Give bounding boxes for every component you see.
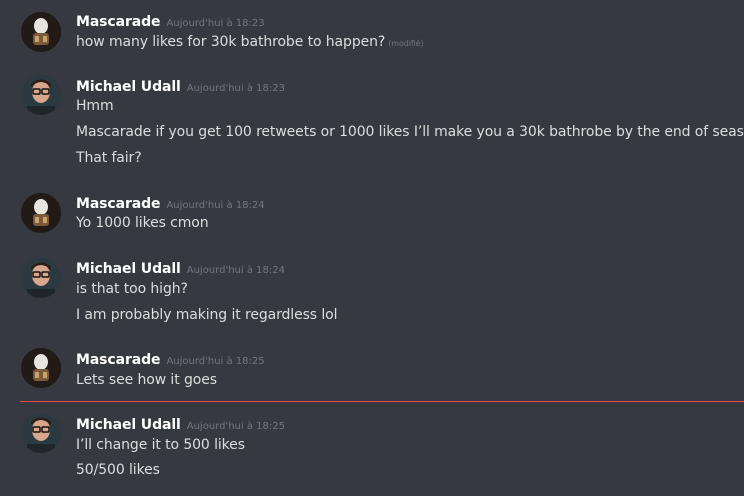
- avatar[interactable]: [21, 258, 61, 298]
- timestamp: Aujourd'hui à 18:25: [166, 356, 265, 367]
- timestamp: Aujourd'hui à 18:23: [186, 83, 285, 94]
- message-header: Mascarade Aujourd'hui à 18:23: [76, 11, 265, 30]
- author-name[interactable]: Michael Udall: [76, 417, 181, 433]
- message-text: is that too high?: [76, 281, 188, 297]
- message-text: That fair?: [76, 150, 142, 166]
- message-text: I’ll change it to 500 likes: [76, 437, 245, 453]
- message-content: how many likes for 30k bathrobe to happe…: [76, 34, 386, 50]
- author-name[interactable]: Michael Udall: [76, 79, 181, 95]
- avatar[interactable]: [21, 413, 61, 453]
- message-header: Michael Udall Aujourd'hui à 18:24: [76, 258, 285, 277]
- edited-label: (modifié): [388, 39, 424, 48]
- avatar[interactable]: [21, 75, 61, 115]
- message-header: Mascarade Aujourd'hui à 18:24: [76, 193, 265, 212]
- timestamp: Aujourd'hui à 18:25: [186, 421, 285, 432]
- message-header: Mascarade Aujourd'hui à 18:25: [76, 349, 265, 368]
- message-text: how many likes for 30k bathrobe to happe…: [76, 34, 424, 50]
- timestamp: Aujourd'hui à 18:23: [166, 18, 265, 29]
- message-text: Mascarade if you get 100 retweets or 100…: [76, 124, 744, 140]
- new-messages-divider: [20, 401, 744, 402]
- avatar[interactable]: [21, 348, 61, 388]
- author-name[interactable]: Michael Udall: [76, 261, 181, 277]
- avatar[interactable]: [21, 193, 61, 233]
- message-text: 50/500 likes: [76, 462, 160, 478]
- message-text: Lets see how it goes: [76, 372, 217, 388]
- message-text: I am probably making it regardless lol: [76, 307, 338, 323]
- message-text: Yo 1000 likes cmon: [76, 215, 209, 231]
- author-name[interactable]: Mascarade: [76, 196, 161, 212]
- message-text: Hmm: [76, 98, 114, 114]
- author-name[interactable]: Mascarade: [76, 352, 161, 368]
- author-name[interactable]: Mascarade: [76, 14, 161, 30]
- message-header: Michael Udall Aujourd'hui à 18:23: [76, 76, 285, 95]
- timestamp: Aujourd'hui à 18:24: [166, 200, 265, 211]
- timestamp: Aujourd'hui à 18:24: [186, 265, 285, 276]
- avatar[interactable]: [21, 12, 61, 52]
- message-header: Michael Udall Aujourd'hui à 18:25: [76, 414, 285, 433]
